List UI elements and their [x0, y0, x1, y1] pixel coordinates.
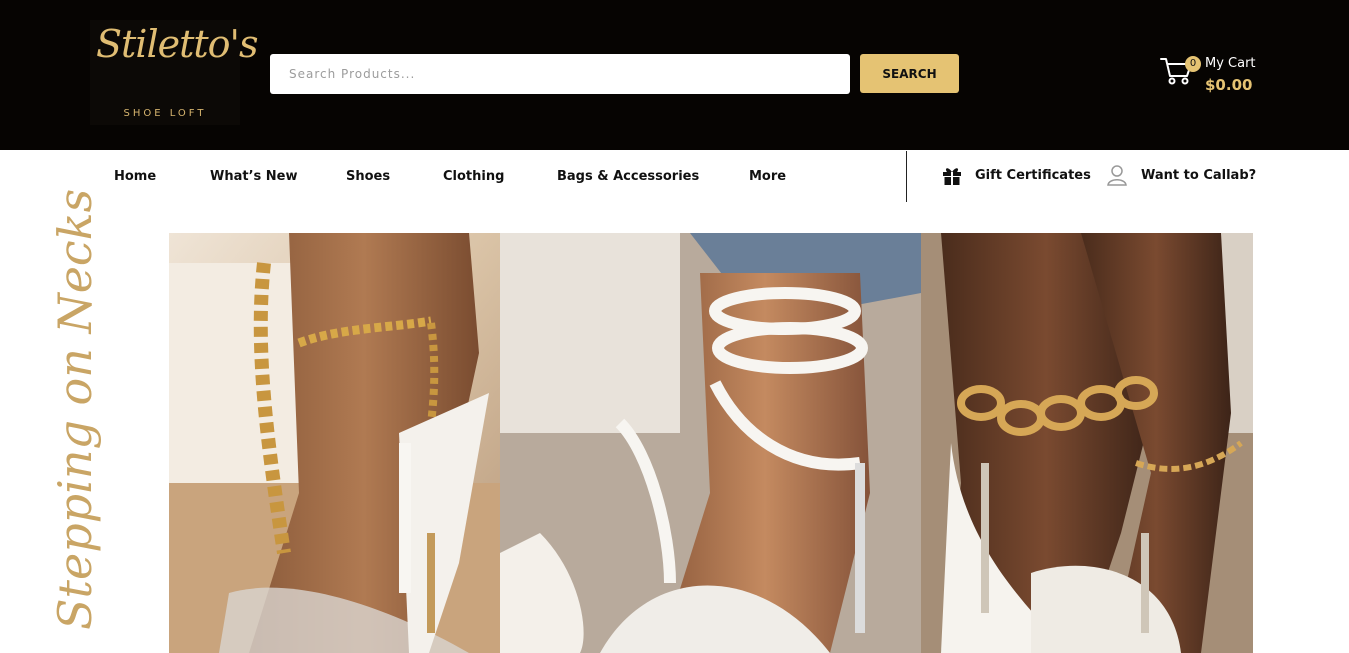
nav-divider — [906, 151, 907, 202]
hero-image-chain-heel — [169, 233, 500, 653]
nav-item-home[interactable]: Home — [114, 169, 156, 184]
collab-link[interactable]: Want to Callab? — [1106, 164, 1258, 188]
nav-item-more[interactable]: More — [749, 169, 786, 184]
search-input[interactable] — [270, 54, 850, 94]
gift-certificates-link[interactable]: Gift Certificates — [941, 164, 1091, 188]
logo-script-text: Stiletto's — [96, 22, 258, 66]
cart-total: $0.00 — [1205, 76, 1253, 94]
nav-item-clothing[interactable]: Clothing — [443, 169, 504, 184]
collab-label: Want to Callab? — [1141, 168, 1257, 183]
cart-widget[interactable]: 0 My Cart $0.00 — [1160, 52, 1270, 100]
hero-image-strap-sandal — [500, 233, 921, 653]
brand-logo[interactable]: Stiletto's SHOE LOFT — [90, 20, 258, 125]
nav-item-whats-new[interactable]: What’s New — [210, 169, 298, 184]
search-button[interactable]: SEARCH — [860, 54, 959, 93]
hero-image-chain-mule — [921, 233, 1253, 653]
hero-vertical-text: Stepping on Necks — [48, 188, 102, 630]
logo-subtitle: SHOE LOFT — [123, 108, 207, 119]
nav-item-bags-accessories[interactable]: Bags & Accessories — [557, 169, 699, 184]
site-header: Stiletto's SHOE LOFT SEARCH 0 My Cart $0… — [0, 0, 1349, 150]
user-icon — [1107, 165, 1127, 186]
cart-count-badge: 0 — [1185, 56, 1201, 72]
gift-certificates-label: Gift Certificates — [975, 168, 1091, 183]
gift-icon — [943, 168, 961, 185]
hero-banner[interactable] — [169, 233, 1253, 653]
cart-label: My Cart — [1205, 56, 1256, 71]
nav-item-shoes[interactable]: Shoes — [346, 169, 390, 184]
